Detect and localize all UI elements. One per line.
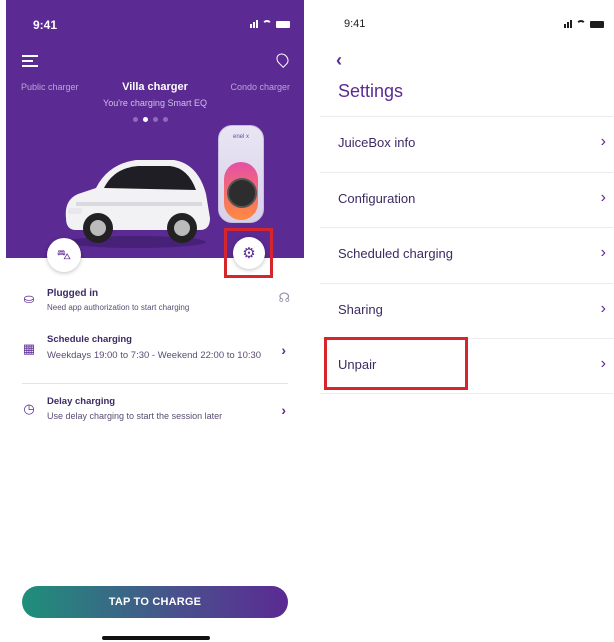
home-indicator xyxy=(102,636,210,640)
settings-item-sharing[interactable]: Sharing › xyxy=(320,282,614,339)
juicebox-charger-image: enel x xyxy=(218,125,264,223)
battery-icon xyxy=(276,21,290,28)
schedule-charging-row[interactable]: ▦ Schedule charging Weekdays 19:00 to 7:… xyxy=(6,330,304,384)
chevron-right-icon: › xyxy=(600,355,606,372)
settings-item-juicebox-info[interactable]: JuiceBox info › xyxy=(320,116,614,172)
left-screen: 9:41 Public charger Villa charger Condo … xyxy=(0,0,307,642)
carousel-dots xyxy=(133,117,168,122)
highlight-box-unpair xyxy=(324,337,468,390)
wifi-icon xyxy=(262,20,272,28)
delay-charging-desc: Use delay charging to start the session … xyxy=(47,411,223,421)
settings-item-configuration[interactable]: Configuration › xyxy=(320,171,614,228)
chevron-right-icon: › xyxy=(600,133,606,150)
headset-icon[interactable]: ☊ xyxy=(278,290,290,306)
plugged-in-row: ⛀ Plugged in Need app authorization to s… xyxy=(6,280,304,322)
delay-charging-row[interactable]: ◷ Delay charging Use delay charging to s… xyxy=(6,390,304,436)
chevron-right-icon: › xyxy=(281,402,286,418)
tap-to-charge-button[interactable]: TAP TO CHARGE xyxy=(22,586,288,618)
calendar-icon: ▦ xyxy=(22,341,36,356)
plugged-in-title: Plugged in xyxy=(47,288,99,299)
menu-icon[interactable] xyxy=(22,55,38,67)
status-icons xyxy=(250,20,290,28)
settings-item-label: Sharing xyxy=(338,301,383,317)
back-button[interactable]: ‹ xyxy=(336,50,342,71)
settings-item-label: Configuration xyxy=(338,190,416,206)
settings-item-scheduled-charging[interactable]: Scheduled charging › xyxy=(320,227,614,283)
charger-carousel[interactable]: Public charger Villa charger Condo charg… xyxy=(6,81,304,96)
chevron-right-icon: › xyxy=(600,244,606,261)
right-screen: 9:41 ‹ Settings JuiceBox info › Configur… xyxy=(320,0,614,642)
car-image xyxy=(65,160,210,248)
chevron-right-icon: › xyxy=(600,188,606,206)
schedule-charging-title: Schedule charging xyxy=(47,334,132,345)
car-icon: ⛍ xyxy=(56,245,72,262)
highlight-box-settings xyxy=(224,228,273,278)
signal-icon xyxy=(564,20,572,28)
battery-icon xyxy=(590,21,604,28)
wifi-icon xyxy=(576,20,586,28)
delay-charging-title: Delay charging xyxy=(47,396,116,407)
plugged-in-desc: Need app authorization to start charging xyxy=(47,303,190,312)
schedule-charging-desc: Weekdays 19:00 to 7:30 - Weekend 22:00 t… xyxy=(47,350,262,361)
chevron-right-icon: › xyxy=(281,342,286,358)
settings-item-label: Scheduled charging xyxy=(338,246,453,261)
signal-icon xyxy=(250,20,258,28)
page-title: Settings xyxy=(338,81,404,101)
car-button[interactable]: ⛍ xyxy=(47,238,81,272)
clock-icon: ◷ xyxy=(23,401,35,416)
carousel-next-label[interactable]: Condo charger xyxy=(230,82,290,92)
settings-item-label: JuiceBox info xyxy=(338,135,416,150)
location-pin-icon[interactable] xyxy=(274,51,291,68)
chevron-right-icon: › xyxy=(600,299,606,317)
status-time: 9:41 xyxy=(344,18,366,30)
hero-panel: 9:41 Public charger Villa charger Condo … xyxy=(6,0,304,258)
charging-options-list: ⛀ Plugged in Need app authorization to s… xyxy=(6,280,304,436)
plug-icon: ⛀ xyxy=(23,291,35,306)
carousel-subtitle: You're charging Smart EQ xyxy=(103,98,207,108)
charger-brand-label: enel x xyxy=(232,134,249,140)
status-time: 9:41 xyxy=(33,18,58,32)
status-icons xyxy=(564,20,604,28)
